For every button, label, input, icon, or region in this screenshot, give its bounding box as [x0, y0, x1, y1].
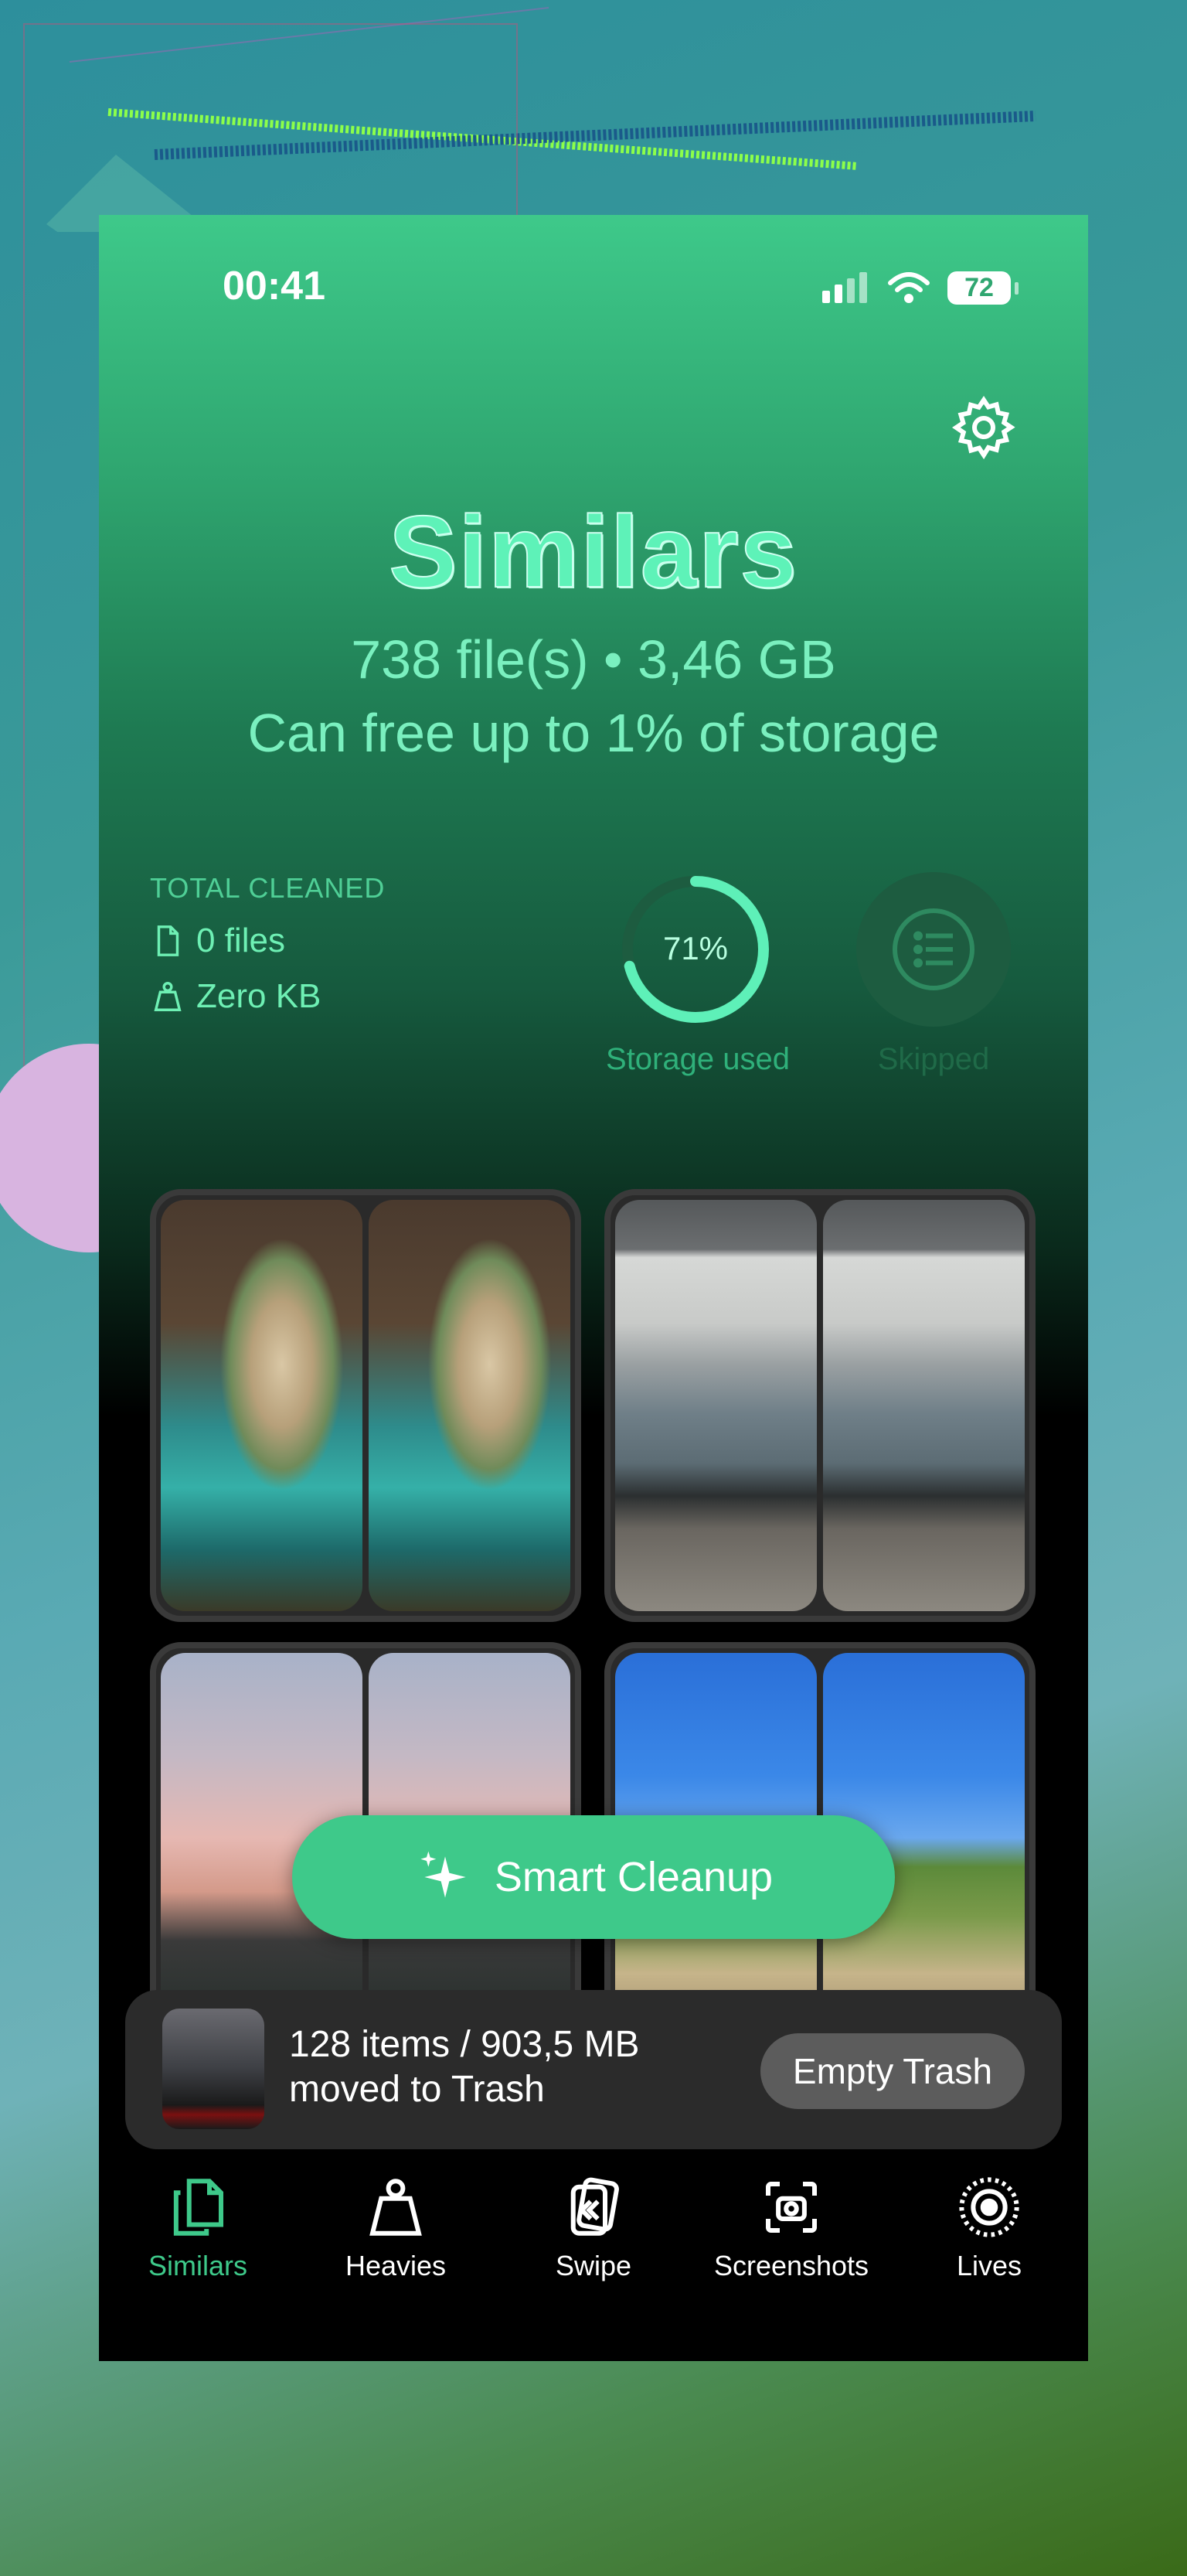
cleaned-files-row: 0 files — [150, 922, 385, 960]
photo-thumbnail — [823, 1200, 1025, 1611]
trash-count: 128 items / 903,5 MB — [289, 2024, 640, 2065]
phone-screen: 00:41 72 Similars 738 file(s) • 3,46 GB … — [99, 215, 1088, 2361]
skipped-label: Skipped — [877, 1042, 990, 1076]
list-icon — [893, 908, 974, 990]
trash-status: moved to Trash — [289, 2069, 545, 2110]
trash-info: 128 items / 903,5 MB moved to Trash — [289, 2022, 640, 2112]
tab-label: Heavies — [345, 2250, 447, 2281]
total-cleaned-panel: TOTAL CLEANED 0 files Zero KB — [150, 872, 385, 1016]
cleaned-size: Zero KB — [196, 977, 321, 1015]
cellular-signal-icon — [822, 272, 867, 303]
tab-heavies[interactable]: Heavies — [297, 2163, 495, 2302]
tab-bar: Similars Heavies Swipe Screenshots Lives — [99, 2163, 1088, 2302]
status-icons: 72 — [821, 271, 1019, 305]
wifi-icon — [888, 272, 930, 303]
tab-label: Lives — [956, 2250, 1022, 2281]
total-cleaned-label: TOTAL CLEANED — [150, 872, 386, 904]
similar-group-card[interactable] — [150, 1189, 581, 1622]
status-time: 00:41 — [223, 264, 325, 308]
file-summary: 738 file(s) • 3,46 GB — [351, 629, 836, 690]
screenshot-icon — [766, 2182, 817, 2233]
tab-label: Swipe — [555, 2250, 632, 2281]
live-photo-icon — [959, 2177, 1019, 2237]
sparkles-icon — [420, 1851, 466, 1898]
storage-used-label: Storage used — [606, 1042, 790, 1076]
cleaned-files-count: 0 files — [196, 922, 285, 959]
tab-label: Similars — [148, 2250, 247, 2281]
smart-cleanup-label: Smart Cleanup — [494, 1854, 774, 1900]
swipe-cards-icon — [570, 2177, 619, 2236]
status-bar: 00:41 72 — [99, 263, 1088, 317]
tab-lives[interactable]: Lives — [890, 2163, 1088, 2302]
skipped-button[interactable] — [856, 872, 1011, 1027]
settings-gear-icon[interactable] — [949, 393, 1019, 462]
tab-swipe[interactable]: Swipe — [495, 2163, 692, 2302]
battery-indicator: 72 — [947, 271, 1019, 305]
tab-similars[interactable]: Similars — [99, 2163, 297, 2302]
storage-ring: 71% — [622, 876, 769, 1023]
photo-thumbnail — [161, 1200, 362, 1611]
cleaned-size-row: Zero KB — [150, 977, 385, 1016]
copy-icon — [173, 2179, 223, 2236]
free-up-text: Can free up to 1% of storage — [247, 703, 940, 763]
tab-screenshots[interactable]: Screenshots — [692, 2163, 890, 2302]
page-title: Similars — [388, 494, 798, 609]
weight-icon — [154, 982, 182, 1011]
smart-cleanup-button[interactable]: Smart Cleanup — [292, 1815, 895, 1939]
empty-trash-button[interactable]: Empty Trash — [760, 2033, 1025, 2109]
similar-group-card[interactable] — [604, 1189, 1036, 1622]
photo-thumbnail — [369, 1200, 570, 1611]
trash-thumbnail — [162, 2009, 264, 2129]
storage-percent: 71% — [663, 930, 728, 966]
photo-thumbnail — [615, 1200, 817, 1611]
trash-banner: 128 items / 903,5 MB moved to Trash Empt… — [125, 1990, 1062, 2149]
weight-icon — [369, 2179, 422, 2236]
file-icon — [157, 925, 179, 956]
tab-label: Screenshots — [713, 2250, 869, 2281]
